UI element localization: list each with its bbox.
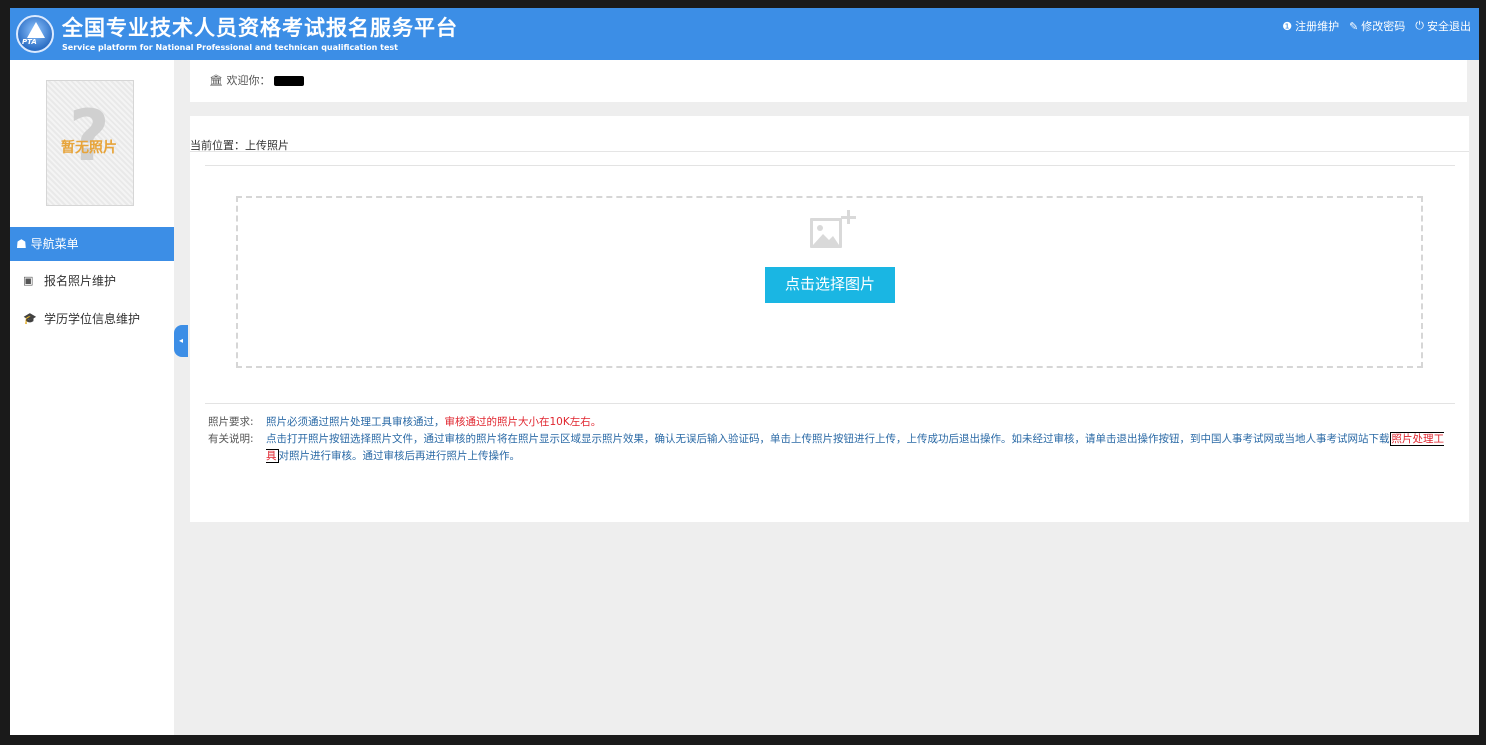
change-password-label: 修改密码	[1361, 20, 1406, 33]
related-notes-row: 有关说明: 点击打开照片按钮选择照片文件，通过审核的照片将在照片显示区域显示照片…	[208, 431, 1448, 465]
sidebar-item-label: 学历学位信息维护	[44, 312, 141, 326]
app-title: 全国专业技术人员资格考试报名服务平台	[62, 16, 458, 40]
power-icon: ⏻	[1415, 19, 1424, 32]
upload-notes: 照片要求: 照片必须通过照片处理工具审核通过，审核通过的照片大小在10K左右。 …	[208, 414, 1448, 465]
breadcrumb: 当前位置：上传照片	[190, 116, 1469, 152]
header-links: ❶ 注册维护 ✎ 修改密码 ⏻ 安全退出	[1282, 18, 1471, 34]
choose-image-button[interactable]: 点击选择图片	[765, 267, 895, 303]
nav-menu-title: 导航菜单	[30, 237, 79, 251]
sidebar-item-photo-maintenance[interactable]: ▣ 报名照片维护	[10, 266, 174, 296]
question-mark-icon: ?	[69, 95, 110, 177]
content-panel: 当前位置：上传照片 点击选择图片 照片要求: 照片必须通过照片处理工具审核通过，…	[190, 116, 1469, 522]
nav-menu-header: ☗ 导航菜单	[10, 227, 174, 261]
edit-icon: ✎	[1349, 19, 1359, 33]
welcome-bar: 🏛 欢迎你：	[190, 60, 1467, 102]
photo-size-warning: 审核通过的照片大小在10K左右。	[444, 416, 602, 428]
top-header: PTA 全国专业技术人员资格考试报名服务平台 Service platform …	[10, 8, 1479, 60]
info-circle-icon: ❶	[1282, 19, 1293, 33]
add-image-icon	[810, 210, 856, 248]
related-notes-text-end: 对照片进行审核。通过审核后再进行照片上传操作。	[278, 450, 521, 462]
register-maintenance-label: 注册维护	[1295, 20, 1340, 33]
pta-logo-icon: PTA	[16, 15, 54, 53]
photo-upload-zone[interactable]: 点击选择图片	[236, 196, 1423, 368]
avatar-placeholder: ? 暂无照片	[46, 80, 134, 206]
related-notes-text: 点击打开照片按钮选择照片文件，通过审核的照片将在照片显示区域显示照片效果，确认无…	[266, 433, 1390, 445]
related-notes-label: 有关说明:	[208, 433, 254, 445]
sidebar-item-degree-maintenance[interactable]: 🎓 学历学位信息维护	[10, 304, 174, 334]
sidebar-item-label: 报名照片维护	[44, 274, 117, 288]
home-icon: ☗	[16, 237, 27, 251]
change-password-link[interactable]: ✎ 修改密码	[1349, 18, 1405, 34]
photo-requirement-row: 照片要求: 照片必须通过照片处理工具审核通过，审核通过的照片大小在10K左右。	[208, 414, 1448, 431]
breadcrumb-text: 当前位置：上传照片	[190, 139, 289, 152]
photo-requirement-text: 照片必须通过照片处理工具审核通过，	[266, 416, 445, 428]
app-subtitle: Service platform for National Profession…	[62, 43, 398, 52]
bank-icon: 🏛	[209, 74, 223, 87]
sidebar-collapse-toggle[interactable]: ◂	[174, 325, 188, 357]
welcome-text: 欢迎你：	[226, 74, 271, 87]
app-window: PTA 全国专业技术人员资格考试报名服务平台 Service platform …	[10, 8, 1479, 735]
sidebar: ? 暂无照片 ☗ 导航菜单 ▣ 报名照片维护 🎓 学历学位信息维护	[10, 60, 174, 735]
no-photo-label: 暂无照片	[61, 140, 117, 156]
logout-label: 安全退出	[1427, 20, 1471, 33]
divider	[205, 403, 1455, 404]
register-maintenance-link[interactable]: ❶ 注册维护	[1282, 18, 1339, 34]
logout-link[interactable]: ⏻ 安全退出	[1415, 18, 1471, 34]
photo-requirement-label: 照片要求:	[208, 416, 254, 428]
divider	[205, 165, 1455, 166]
picture-icon: ▣	[23, 274, 34, 287]
graduation-cap-icon: 🎓	[23, 312, 37, 325]
redacted-username	[273, 76, 304, 86]
